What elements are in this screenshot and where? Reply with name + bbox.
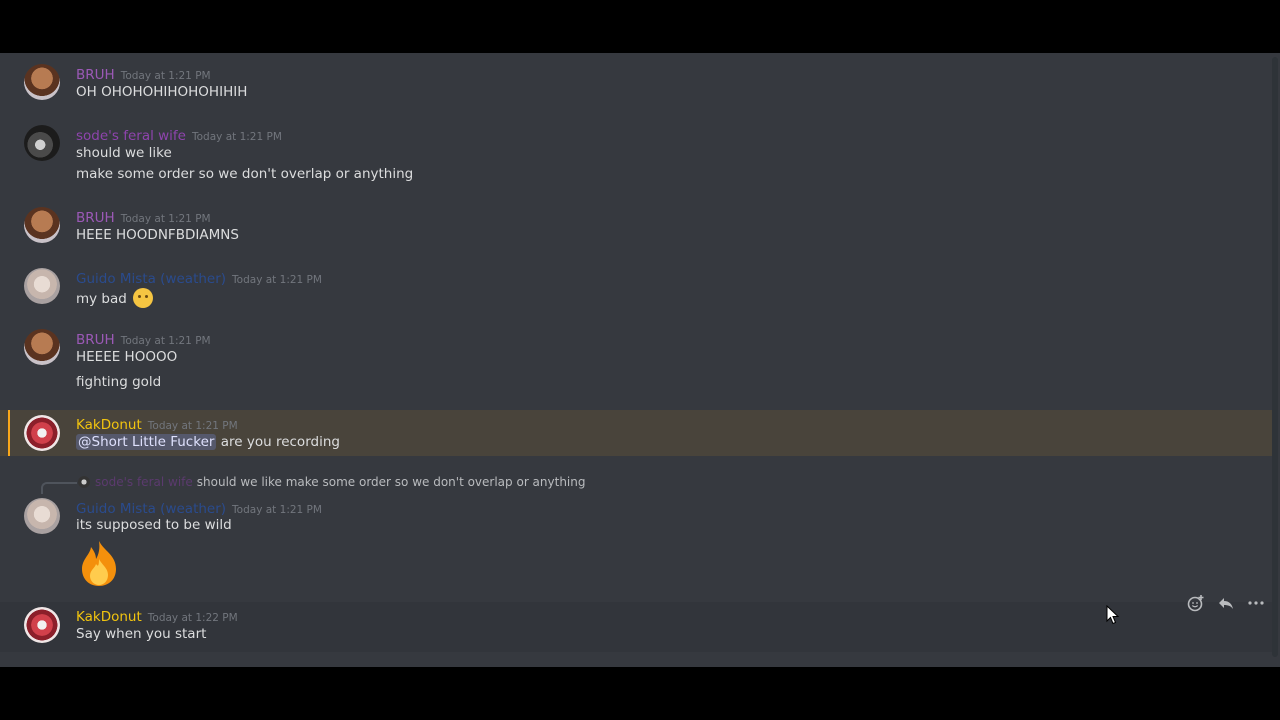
username[interactable]: KakDonut [76, 417, 142, 433]
message-text: its supposed to be wild [76, 517, 232, 533]
avatar[interactable] [24, 125, 60, 161]
message[interactable]: BRUH Today at 1:21 PM OH OHOHOHIHOHOHIHIH [0, 61, 1272, 111]
avatar[interactable] [24, 207, 60, 243]
message-text: OH OHOHOHIHOHOHIHIH [76, 84, 248, 100]
chat-message-list[interactable]: BRUH Today at 1:21 PM OH OHOHOHIHOHOHIHIH… [0, 53, 1280, 667]
username[interactable]: BRUH [76, 67, 115, 83]
video-letterbox-bottom [0, 667, 1280, 720]
message-text: fighting gold [76, 374, 162, 390]
message-hover-toolbar [1186, 591, 1266, 615]
avatar[interactable] [24, 268, 60, 304]
avatar[interactable] [24, 415, 60, 451]
timestamp: Today at 1:21 PM [191, 131, 282, 143]
message-text: HEEE HOODNFBDIAMNS [76, 227, 239, 243]
username[interactable]: sode's feral wife [76, 128, 186, 144]
message[interactable]: Guido Mista (weather) Today at 1:21 PM my… [0, 264, 1272, 316]
username[interactable]: Guido Mista (weather) [76, 271, 226, 287]
message-hovered[interactable]: KakDonut Today at 1:22 PM Say when you st… [0, 602, 1272, 652]
username[interactable]: BRUH [76, 210, 115, 226]
fire-emoji-icon[interactable] [76, 539, 122, 587]
mouse-cursor-icon [1106, 605, 1120, 625]
add-reaction-icon[interactable] [1186, 593, 1206, 613]
timestamp: Today at 1:22 PM [147, 612, 238, 624]
timestamp: Today at 1:21 PM [120, 335, 211, 347]
avatar[interactable] [24, 607, 60, 643]
reply-preview-text[interactable]: should we like make some order so we don… [197, 475, 586, 489]
message-text: HEEEE HOOOO [76, 349, 178, 365]
message-mention-highlighted[interactable]: KakDonut Today at 1:21 PM @Short Little F… [0, 410, 1272, 456]
message-text: are you recording [216, 434, 340, 450]
reply-username[interactable]: sode's feral wife [95, 475, 193, 489]
message[interactable]: BRUH Today at 1:21 PM HEEE HOODNFBDIAMNS [0, 203, 1272, 253]
message-text: my bad [76, 291, 127, 307]
username[interactable]: KakDonut [76, 609, 142, 625]
timestamp: Today at 1:21 PM [120, 213, 211, 225]
message-text: make some order so we don't overlap or a… [76, 166, 414, 182]
message[interactable]: sode's feral wife Today at 1:21 PM should… [0, 121, 1272, 191]
reply-icon[interactable] [1216, 593, 1236, 613]
confused-face-emoji-icon[interactable] [133, 288, 154, 308]
avatar[interactable] [24, 498, 60, 534]
avatar[interactable] [24, 64, 60, 100]
user-mention[interactable]: @Short Little Fucker [76, 434, 217, 450]
message-reply[interactable]: sode's feral wife should we like make som… [0, 471, 1272, 595]
video-letterbox-top [0, 0, 1280, 53]
reply-spine [41, 482, 77, 494]
message-text: should we like [76, 145, 172, 161]
more-icon[interactable] [1246, 593, 1266, 613]
username[interactable]: Guido Mista (weather) [76, 501, 226, 517]
timestamp: Today at 1:21 PM [232, 504, 322, 516]
message[interactable]: BRUH Today at 1:21 PM HEEEE HOOOO fightin… [0, 325, 1272, 399]
timestamp: Today at 1:21 PM [232, 274, 322, 286]
timestamp: Today at 1:21 PM [147, 420, 238, 432]
username[interactable]: BRUH [76, 332, 115, 348]
timestamp: Today at 1:21 PM [120, 70, 211, 82]
scrollbar[interactable] [1272, 57, 1278, 657]
avatar[interactable] [24, 329, 60, 365]
message-text: Say when you start [76, 626, 207, 642]
reply-avatar[interactable] [78, 476, 90, 488]
